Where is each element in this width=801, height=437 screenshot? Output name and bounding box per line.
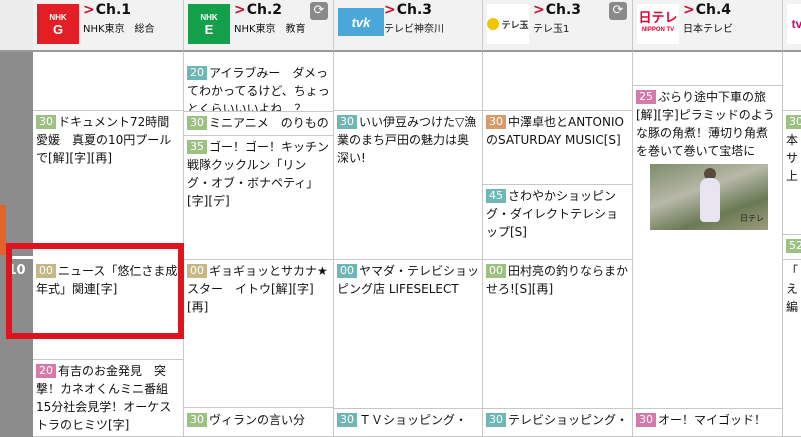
program-title: ゴー！ゴー！キッチン戦隊クックルン「リング・オブ・ボナペティ」[字][デ] <box>187 140 330 208</box>
program-cell[interactable]: 00 ギョギョッとサカナ★スター イトウ[解][字][再] <box>184 260 333 408</box>
program-cell-empty[interactable] <box>334 52 482 111</box>
start-minute: 30 <box>187 413 207 427</box>
channel-header-6[interactable]: tv <box>783 0 801 52</box>
sync-icon[interactable]: ⟳ <box>310 2 328 20</box>
program-title: ヤマダ・テレビショッピング店 LIFESELECT <box>337 264 480 296</box>
channel-column-2: 20 アイラブみー ダメってわかってるけど、ちょっとくらいいいよね…？ 30 ミニア… <box>184 52 334 437</box>
program-cell-empty[interactable] <box>783 52 801 111</box>
program-cell[interactable]: 30 ヴィランの言い分 <box>184 409 333 437</box>
program-cell-empty[interactable] <box>33 52 183 111</box>
channel-header-4[interactable]: テレ玉 >Ch.3 テレ玉1 ⟳ <box>483 0 633 52</box>
start-minute: 30 <box>337 115 357 129</box>
start-minute: 00 <box>337 264 357 278</box>
channel-header-3[interactable]: tvk >Ch.3 テレビ神奈川 <box>334 0 483 52</box>
program-cell[interactable]: 00 田村亮の釣りならまかせろ![S][再] <box>483 260 632 409</box>
tvk-logo-icon: tvk <box>338 8 384 36</box>
program-cell[interactable]: 52 <box>783 235 801 260</box>
start-minute: 30 <box>636 413 656 427</box>
program-cell[interactable]: 30 いい伊豆みつけた▽漁業のまち戸田の魅力は奥深い! <box>334 111 482 260</box>
start-minute: 00 <box>36 264 56 278</box>
time-column: 10 <box>0 0 33 437</box>
start-minute: 20 <box>187 66 207 80</box>
program-cell-empty[interactable] <box>483 52 632 111</box>
channel-header-1[interactable]: NHK G >Ch.1 NHK東京 総合 <box>33 0 184 52</box>
channel-header-2[interactable]: NHK E >Ch.2 NHK東京 教育 ⟳ <box>184 0 334 52</box>
program-cell[interactable]: 35 ゴー！ゴー！キッチン戦隊クックルン「リング・オブ・ボナペティ」[字][デ] <box>184 136 333 260</box>
program-title: オー！マイゴッド！ <box>658 413 767 427</box>
channel-name: NHK東京 教育 <box>234 24 306 35</box>
hour-separator <box>6 256 33 259</box>
start-minute: 30 <box>187 116 207 130</box>
start-minute: 00 <box>486 264 506 278</box>
start-minute: 00 <box>187 264 207 278</box>
program-cell[interactable]: 30 中澤卓也とANTONIOのSATURDAY MUSIC[S] <box>483 111 632 185</box>
program-title: ヴィランの言い分 <box>209 413 306 427</box>
hour-label: 10 <box>7 263 26 278</box>
program-title: 有吉のお金発見 突撃！カネオくんミニ番組15分社会見学！オーケストラのヒミツ[字… <box>36 364 172 432</box>
start-minute: 30 <box>337 413 357 427</box>
program-title: ギョギョッとサカナ★スター イトウ[解][字][再] <box>187 264 328 314</box>
program-title: ミニアニメ のりものまえ・ラーバトンギ <box>187 116 329 135</box>
program-cell[interactable]: 30 テレビショッピング・ <box>483 409 632 437</box>
program-cell[interactable]: 00 ヤマダ・テレビショッピング店 LIFESELECT <box>334 260 482 409</box>
channel-column-4: 30 中澤卓也とANTONIOのSATURDAY MUSIC[S] 45 さわやかシ… <box>483 52 633 437</box>
start-minute: 30 <box>486 413 506 427</box>
program-cell[interactable]: 45 さわやかショッピング・ダイレクトテレショップ[S] <box>483 185 632 260</box>
program-cell[interactable]: 30 本 サ 上 <box>783 111 801 235</box>
nhk-g-logo-icon: NHK G <box>37 4 79 44</box>
channel-number: Ch.4 <box>695 2 732 18</box>
program-title: ドキュメント72時間 愛媛 真夏の10円プールで[解][字][再] <box>36 115 172 165</box>
program-title: ぶらり途中下車の旅[解][字]ピラミッドのような豚の角煮！薄切り角煮を巻いて巻い… <box>636 90 775 158</box>
channel-number: Ch.3 <box>545 2 582 18</box>
channel-column-3: 30 いい伊豆みつけた▽漁業のまち戸田の魅力は奥深い! 00 ヤマダ・テレビショッピ… <box>334 52 483 437</box>
channel-header-5[interactable]: 日テレ NIPPON TV >Ch.4 日本テレビ <box>633 0 783 52</box>
program-cell[interactable]: 20 アイラブみー ダメってわかってるけど、ちょっとくらいいいよね…？ <box>184 62 333 112</box>
program-title: アイラブみー ダメってわかってるけど、ちょっとくらいいいよね…？ <box>187 66 330 112</box>
channel-number: Ch.2 <box>246 2 283 18</box>
program-cell[interactable]: 30ミニアニメ のりものまえ・ラーバトンギ <box>184 112 333 136</box>
channel-name: 日本テレビ <box>683 24 733 35</box>
channel-column-1: 30 ドキュメント72時間 愛媛 真夏の10円プールで[解][字][再] 00 ニュ… <box>33 52 184 437</box>
ntv-logo-icon: 日テレ NIPPON TV <box>637 4 679 44</box>
program-cell[interactable]: 「 え 編 <box>783 260 801 437</box>
time-column-header <box>0 0 33 52</box>
program-cell[interactable]: 30 ＴＶショッピング・ <box>334 409 482 437</box>
program-title: 中澤卓也とANTONIOのSATURDAY MUSIC[S] <box>486 115 624 147</box>
start-minute: 30 <box>786 115 801 129</box>
start-minute: 30 <box>486 115 506 129</box>
program-cell-empty[interactable] <box>633 52 782 86</box>
program-cell-highlighted[interactable]: 00 ニュース「悠仁さま成年式」関連[字] <box>33 260 183 360</box>
tv-program-guide: 10 NHK G >Ch.1 NHK東京 総合 NHK E >Ch.2 NHK東京 … <box>0 0 801 437</box>
nhk-e-logo-icon: NHK E <box>188 4 230 44</box>
start-minute: 25 <box>636 90 656 104</box>
program-title: ＴＶショッピング・ <box>359 413 468 427</box>
channel-watermark-icon: 日テレ <box>740 214 764 223</box>
channel-name: テレ玉1 <box>533 24 570 35</box>
channel-number: Ch.3 <box>396 2 433 18</box>
current-time-marker <box>0 205 6 255</box>
program-cell[interactable]: 30 オー！マイゴッド！ <box>633 409 782 437</box>
program-cell[interactable]: 25 ぶらり途中下車の旅[解][字]ピラミッドのような豚の角煮！薄切り角煮を巻いて… <box>633 86 782 409</box>
start-minute: 45 <box>486 189 506 203</box>
program-title: ニュース「悠仁さま成年式」関連[字] <box>36 264 178 296</box>
start-minute: 35 <box>187 140 207 154</box>
teletama-logo-icon: テレ玉 <box>487 4 529 44</box>
channel-number: Ch.1 <box>95 2 132 18</box>
program-thumbnail[interactable]: 日テレ <box>650 164 768 230</box>
channel-name: NHK東京 総合 <box>83 24 155 35</box>
program-title: 田村亮の釣りならまかせろ![S][再] <box>486 264 629 296</box>
start-minute: 20 <box>36 364 56 378</box>
program-title: 本 サ 上 <box>786 133 799 183</box>
program-title: テレビショッピング・ <box>508 413 629 427</box>
start-minute: 30 <box>36 115 56 129</box>
tv-logo-icon: tv <box>787 4 801 44</box>
channel-column-6: 30 本 サ 上 52 「 え 編 <box>783 52 801 437</box>
program-title: 「 え 編 <box>786 264 799 314</box>
channel-column-5: 25 ぶらり途中下車の旅[解][字]ピラミッドのような豚の角煮！薄切り角煮を巻いて… <box>633 52 783 437</box>
channel-name: テレビ神奈川 <box>384 24 444 35</box>
start-minute: 52 <box>786 239 801 253</box>
program-title: いい伊豆みつけた▽漁業のまち戸田の魅力は奥深い! <box>337 115 477 165</box>
program-cell[interactable]: 20 有吉のお金発見 突撃！カネオくんミニ番組15分社会見学！オーケストラのヒミツ… <box>33 360 183 437</box>
sync-icon[interactable]: ⟳ <box>609 2 627 20</box>
